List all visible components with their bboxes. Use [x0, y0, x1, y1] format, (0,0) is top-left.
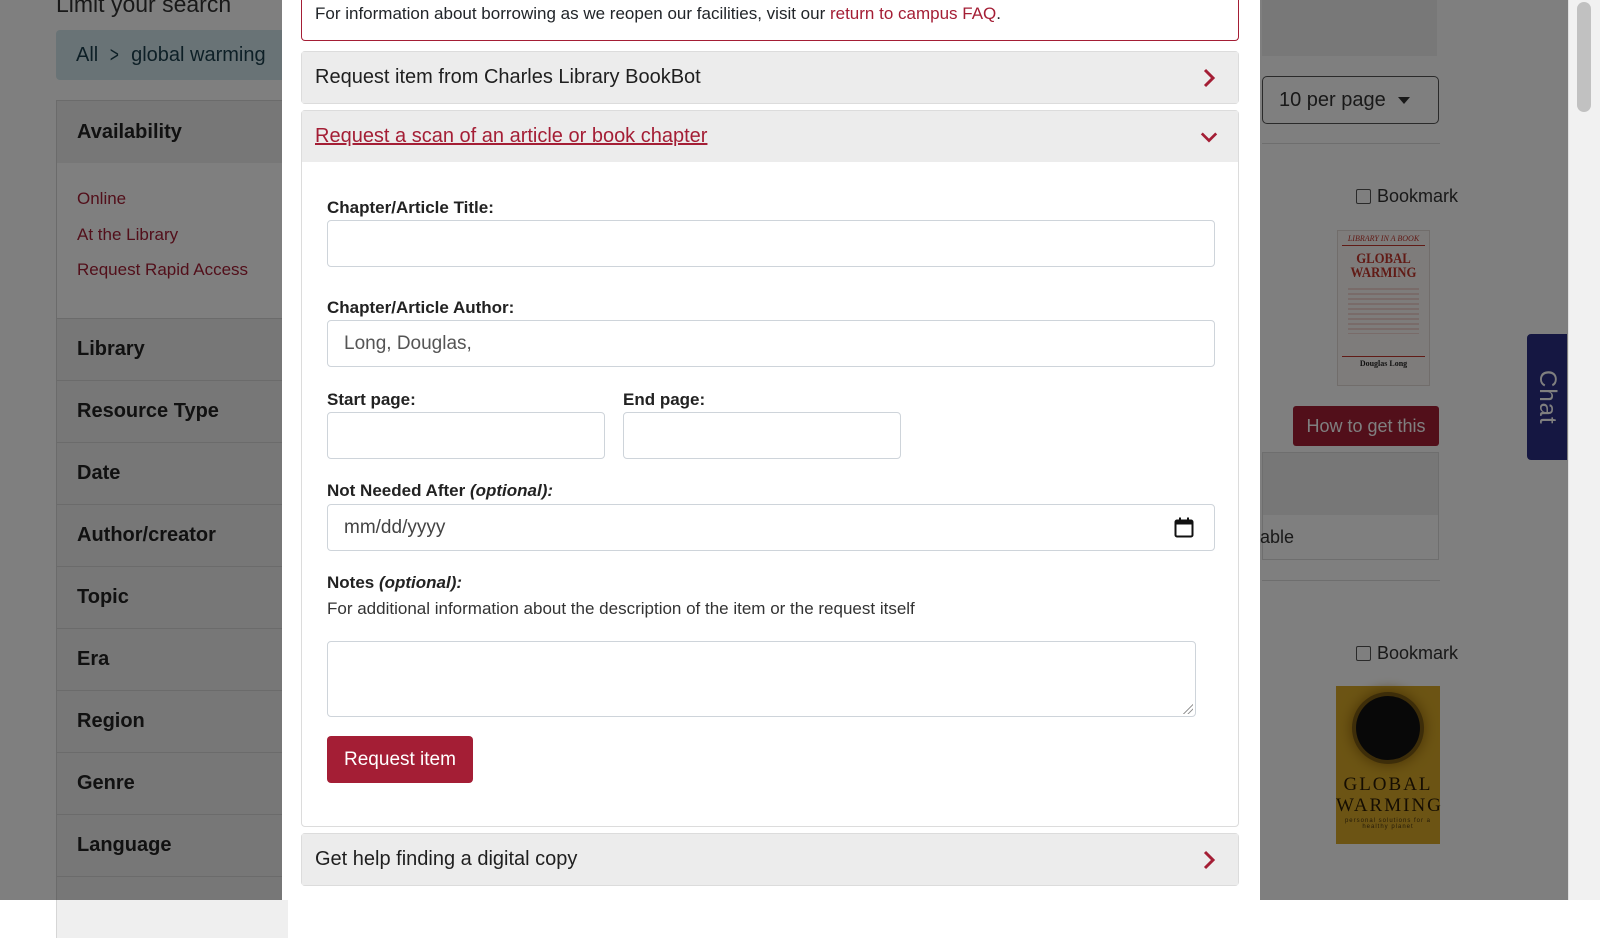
accordion-digital-header[interactable]: Get help finding a digital copy [302, 834, 1238, 885]
accordion-scan-header[interactable]: Request a scan of an article or book cha… [302, 111, 1238, 162]
date-placeholder: mm/dd/yyyy [344, 516, 446, 538]
chapter-title-label: Chapter/Article Title: [327, 198, 494, 217]
chapter-title-input[interactable] [327, 220, 1215, 267]
chevron-down-icon [1200, 128, 1218, 146]
start-page-input[interactable] [327, 412, 605, 459]
end-page-input[interactable] [623, 412, 901, 459]
request-modal: For information about borrowing as we re… [282, 0, 1260, 900]
optional-marker: (optional): [469, 481, 554, 500]
start-page-label: Start page: [327, 390, 416, 409]
not-needed-after-date-input[interactable]: mm/dd/yyyy [327, 504, 1215, 551]
notice-text: For information about borrowing as we re… [315, 4, 830, 23]
accordion-bookbot-header[interactable]: Request item from Charles Library BookBo… [302, 52, 1238, 103]
accordion-digital-title: Get help finding a digital copy [315, 848, 578, 870]
accordion-scan-title: Request a scan of an article or book cha… [315, 125, 708, 147]
notice-end: . [996, 4, 1001, 23]
chapter-author-input[interactable]: Long, Douglas, [327, 320, 1215, 367]
request-item-button[interactable]: Request item [327, 736, 473, 783]
chapter-author-label: Chapter/Article Author: [327, 298, 515, 317]
chevron-right-icon [1200, 68, 1218, 87]
scan-request-form: Chapter/Article Title: Chapter/Article A… [302, 162, 1238, 826]
end-page-label: End page: [623, 390, 706, 409]
chevron-right-icon [1200, 850, 1218, 869]
accordion-digital-copy: Get help finding a digital copy [301, 833, 1239, 886]
not-needed-after-label: Not Needed After (optional): [327, 481, 553, 501]
notes-label-text: Notes [327, 573, 379, 592]
accordion-bookbot: Request item from Charles Library BookBo… [301, 51, 1239, 104]
notes-label: Notes (optional): [327, 573, 462, 593]
accordion-bookbot-title: Request item from Charles Library BookBo… [315, 66, 701, 88]
optional-marker: (optional): [378, 573, 463, 592]
notes-textarea[interactable] [327, 641, 1196, 717]
scrollbar-thumb[interactable] [1577, 2, 1591, 112]
page-scrollbar[interactable] [1568, 0, 1600, 900]
accordion-scan-request: Request a scan of an article or book cha… [301, 110, 1239, 827]
notes-help-text: For additional information about the des… [327, 599, 915, 618]
borrowing-notice: For information about borrowing as we re… [301, 0, 1239, 41]
resize-handle-icon[interactable] [1183, 704, 1193, 714]
not-needed-label-text: Not Needed After [327, 481, 470, 500]
return-to-campus-faq-link[interactable]: return to campus FAQ [830, 4, 996, 23]
calendar-icon[interactable] [1174, 517, 1194, 538]
